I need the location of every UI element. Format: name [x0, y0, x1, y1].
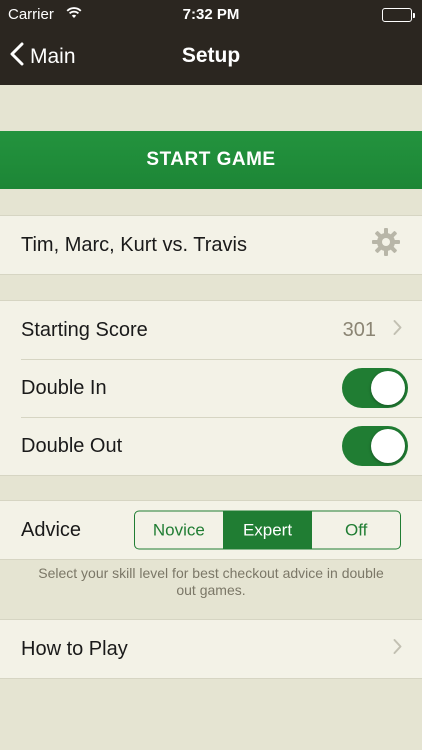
toggle-knob: [371, 429, 405, 463]
start-game-button[interactable]: START GAME: [0, 131, 422, 189]
toggle-knob: [371, 371, 405, 405]
advice-label: Advice: [21, 518, 82, 541]
advice-section: Advice Novice Expert Off: [0, 500, 422, 560]
clock: 7:32 PM: [182, 6, 240, 23]
advice-option-off[interactable]: Off: [311, 511, 400, 549]
gear-icon[interactable]: [371, 227, 401, 263]
double-in-label: Double In: [21, 376, 107, 399]
double-out-label: Double Out: [21, 434, 123, 457]
double-in-toggle[interactable]: [342, 368, 408, 408]
advice-option-expert[interactable]: Expert: [222, 511, 312, 549]
how-to-play-label: How to Play: [21, 637, 128, 660]
help-section: How to Play: [0, 619, 422, 679]
players-row[interactable]: Tim, Marc, Kurt vs. Travis: [0, 216, 422, 274]
starting-score-value: 301: [342, 318, 376, 341]
players-section: Tim, Marc, Kurt vs. Travis: [0, 215, 422, 275]
status-bar: Carrier 7:32 PM: [0, 0, 422, 30]
advice-footnote: Select your skill level for best checkou…: [38, 565, 384, 598]
navigation-bar: Main Setup: [0, 30, 422, 85]
battery-icon: [382, 8, 415, 22]
advice-option-novice[interactable]: Novice: [135, 512, 223, 549]
double-out-row: Double Out: [0, 417, 422, 475]
game-options-section: Starting Score 301 Double In Double Out: [0, 300, 422, 476]
advice-segmented-control: Novice Expert Off: [134, 510, 401, 550]
double-in-row: Double In: [0, 359, 422, 417]
how-to-play-row[interactable]: How to Play: [0, 620, 422, 678]
starting-score-label: Starting Score: [21, 318, 148, 341]
page-title: Setup: [181, 44, 241, 67]
players-label: Tim, Marc, Kurt vs. Travis: [21, 233, 247, 256]
starting-score-row[interactable]: Starting Score 301: [0, 301, 422, 359]
double-out-toggle[interactable]: [342, 426, 408, 466]
chevron-right-icon: [393, 638, 402, 661]
chevron-right-icon: [393, 319, 402, 342]
advice-row: Advice Novice Expert Off: [0, 501, 422, 559]
